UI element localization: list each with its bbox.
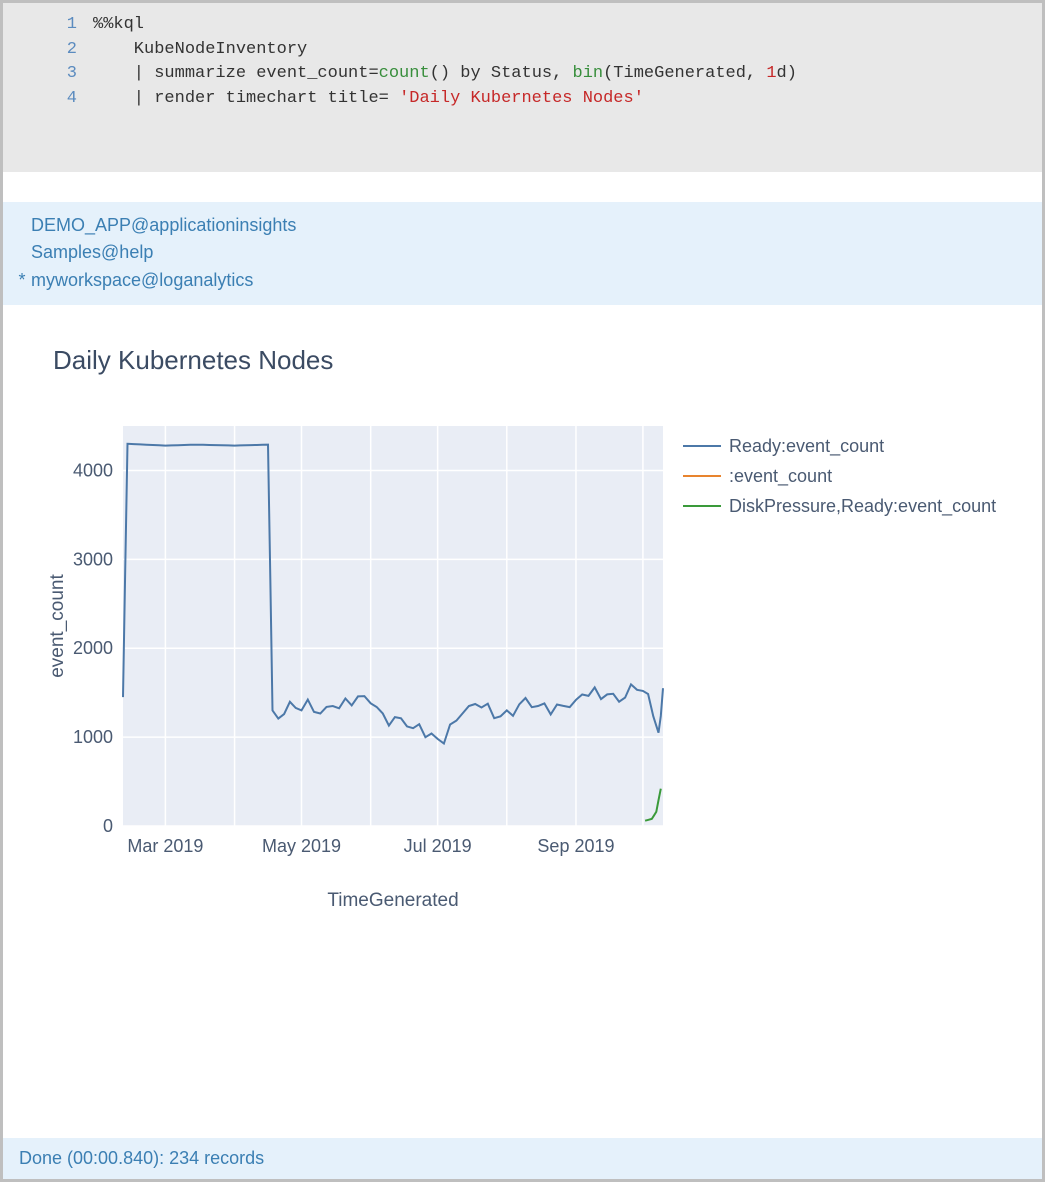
plot-background <box>123 426 663 826</box>
x-tick-label: Mar 2019 <box>127 836 203 856</box>
legend-label[interactable]: :event_count <box>729 466 832 487</box>
code-line[interactable]: 2 KubeNodeInventory <box>3 38 1042 63</box>
x-ticks: Mar 2019 May 2019 Jul 2019 Sep 2019 <box>127 836 614 856</box>
datasource-link[interactable]: myworkspace@loganalytics <box>31 270 253 290</box>
line-number: 2 <box>3 38 93 63</box>
active-marker: * <box>17 267 27 295</box>
y-axis-label: event_count <box>47 574 68 678</box>
legend[interactable]: Ready:event_count :event_count DiskPressur… <box>683 436 996 517</box>
y-tick-label: 3000 <box>73 550 113 570</box>
code-content[interactable]: | summarize event_count=count() by Statu… <box>93 62 797 87</box>
x-tick-label: Jul 2019 <box>404 836 472 856</box>
code-line[interactable]: 1%%kql <box>3 13 1042 38</box>
status-bar: Done (00:00.840): 234 records <box>3 1138 1042 1179</box>
code-content[interactable]: KubeNodeInventory <box>93 38 307 63</box>
y-tick-label: 2000 <box>73 638 113 658</box>
y-tick-label: 1000 <box>73 727 113 747</box>
legend-label[interactable]: DiskPressure,Ready:event_count <box>729 496 996 517</box>
timechart-svg[interactable]: event_count TimeGenerated 0 1000 2000 3000 4… <box>43 396 1023 996</box>
code-cell[interactable]: 1%%kql2 KubeNodeInventory3 | summarize e… <box>3 3 1042 172</box>
line-number: 4 <box>3 87 93 112</box>
line-number: 1 <box>3 13 93 38</box>
status-text: Done (00:00.840): 234 records <box>19 1148 264 1168</box>
x-axis-label: TimeGenerated <box>327 890 458 911</box>
datasource-link[interactable]: Samples@help <box>31 242 153 262</box>
output-gap <box>3 172 1042 202</box>
datasource-row[interactable]: DEMO_APP@applicationinsights <box>17 212 1024 240</box>
code-content[interactable]: %%kql <box>93 13 144 38</box>
line-number: 3 <box>3 62 93 87</box>
x-tick-label: Sep 2019 <box>537 836 614 856</box>
code-content[interactable]: | render timechart title= 'Daily Kuberne… <box>93 87 644 112</box>
y-tick-label: 4000 <box>73 461 113 481</box>
code-line[interactable]: 3 | summarize event_count=count() by Sta… <box>3 62 1042 87</box>
legend-label[interactable]: Ready:event_count <box>729 436 884 457</box>
y-tick-label: 0 <box>103 816 113 836</box>
x-tick-label: May 2019 <box>262 836 341 856</box>
chart-title: Daily Kubernetes Nodes <box>53 345 1012 376</box>
chart-area: Daily Kubernetes Nodes event_count TimeG… <box>3 305 1042 1055</box>
datasource-panel: DEMO_APP@applicationinsights Samples@hel… <box>3 202 1042 306</box>
code-line[interactable]: 4 | render timechart title= 'Daily Kuber… <box>3 87 1042 112</box>
datasource-row[interactable]: *myworkspace@loganalytics <box>17 267 1024 295</box>
datasource-link[interactable]: DEMO_APP@applicationinsights <box>31 215 296 235</box>
y-ticks: 0 1000 2000 3000 4000 <box>73 461 113 837</box>
datasource-row[interactable]: Samples@help <box>17 239 1024 267</box>
